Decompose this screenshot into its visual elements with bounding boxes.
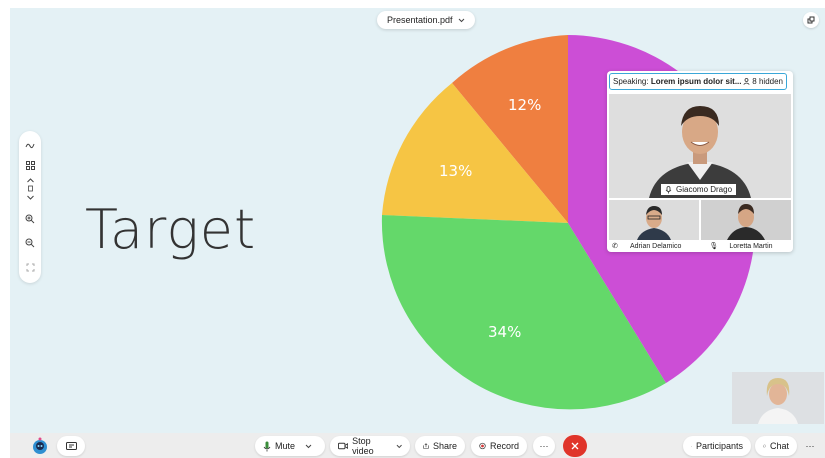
record-label: Record <box>489 441 519 451</box>
meeting-toolbar: Mute Stop video Share Record ··· Partici… <box>10 433 825 458</box>
grid-icon <box>25 160 35 170</box>
thumb-name-1: Adrian Delamico <box>630 242 682 250</box>
chat-button[interactable]: Chat <box>755 436 797 456</box>
grid-tool[interactable] <box>19 157 41 173</box>
participant-thumb-1[interactable] <box>609 200 699 240</box>
main-participant-name-tag: Giacomo Drago <box>661 184 737 195</box>
participants-icon <box>691 445 692 447</box>
participant-photo <box>701 200 791 240</box>
mic-icon <box>665 185 672 193</box>
captions-icon <box>65 442 77 450</box>
thumb-name-row: ✆ Adrian Delamico 🎙︎ Loretta Martin <box>609 241 791 251</box>
participant-thumb-2[interactable] <box>701 200 791 240</box>
popout-button[interactable] <box>803 12 819 28</box>
mute-label: Mute <box>275 441 296 451</box>
phone-icon: ✆ <box>612 243 618 250</box>
speaking-name: Lorem ipsum dolor sit... <box>650 77 742 86</box>
mic-icon: 🎙︎ <box>709 243 719 250</box>
participant-photo <box>609 94 791 198</box>
file-name: Presentation.pdf <box>387 15 453 25</box>
pie-label-34: 34% <box>488 323 522 341</box>
end-call-button[interactable] <box>563 435 587 457</box>
main-participant-name: Giacomo Drago <box>676 185 733 194</box>
participants-button[interactable]: Participants <box>683 436 751 456</box>
participants-label: Participants <box>695 441 743 451</box>
share-label: Share <box>432 441 457 451</box>
record-icon <box>479 442 486 450</box>
pie-label-12: 12% <box>508 96 542 114</box>
close-icon <box>571 442 579 450</box>
share-button[interactable]: Share <box>415 436 465 456</box>
thumb-name-2: Loretta Martin <box>729 242 773 250</box>
mic-icon <box>263 441 271 451</box>
pie-label-13: 13% <box>439 162 473 180</box>
zoom-out-icon <box>25 238 35 248</box>
self-view-photo <box>732 372 824 424</box>
more-actions-label: ··· <box>805 441 815 451</box>
speaking-text: Speaking: Lorem ipsum dolor sit... <box>613 77 742 86</box>
slide-title: Target <box>85 198 257 261</box>
more-label: ··· <box>539 441 549 451</box>
page-stepper[interactable] <box>19 175 41 203</box>
zoom-in-icon <box>25 214 35 224</box>
chevron-down-icon <box>458 18 464 22</box>
more-options-button[interactable]: ··· <box>533 436 555 456</box>
stop-video-button[interactable]: Stop video <box>330 436 410 456</box>
expand-icon <box>26 263 34 271</box>
video-camera-icon <box>338 442 349 450</box>
speaking-prefix: Speaking: <box>613 77 649 86</box>
main-participant-video[interactable]: Giacomo Drago <box>609 94 791 198</box>
annotation-toolbar <box>19 131 41 283</box>
zoom-in-button[interactable] <box>19 211 41 227</box>
chat-icon <box>763 444 766 448</box>
speaking-indicator[interactable]: Speaking: Lorem ipsum dolor sit... 8 hid… <box>609 73 787 90</box>
assistant-bot-icon <box>33 437 47 454</box>
assistant-button[interactable] <box>30 436 50 456</box>
chevron-down-icon <box>305 444 312 448</box>
mute-button[interactable]: Mute <box>255 436 325 456</box>
chevron-down-icon <box>396 444 402 448</box>
self-view-video[interactable] <box>732 372 824 424</box>
pen-squiggle-icon <box>25 143 35 149</box>
hidden-count: 8 hidden <box>743 77 783 86</box>
captions-button[interactable] <box>57 436 85 456</box>
page-stepper-icon <box>26 178 34 200</box>
chat-label: Chat <box>769 441 789 451</box>
annotate-tool[interactable] <box>19 137 41 153</box>
share-icon <box>423 443 429 449</box>
participant-photo <box>609 200 699 240</box>
file-menu-button[interactable]: Presentation.pdf <box>377 11 475 29</box>
person-icon <box>743 78 750 85</box>
popout-icon <box>807 16 815 24</box>
more-actions-button[interactable]: ··· <box>800 436 820 456</box>
stop-video-label: Stop video <box>352 436 374 456</box>
fit-screen-button[interactable] <box>19 259 41 275</box>
zoom-out-button[interactable] <box>19 235 41 251</box>
presentation-stage: 12% 13% 34% Target Presentation.pdf Spea… <box>10 8 825 433</box>
video-panel: Speaking: Lorem ipsum dolor sit... 8 hid… <box>607 71 793 252</box>
hidden-count-label: 8 hidden <box>752 77 783 86</box>
record-button[interactable]: Record <box>471 436 527 456</box>
